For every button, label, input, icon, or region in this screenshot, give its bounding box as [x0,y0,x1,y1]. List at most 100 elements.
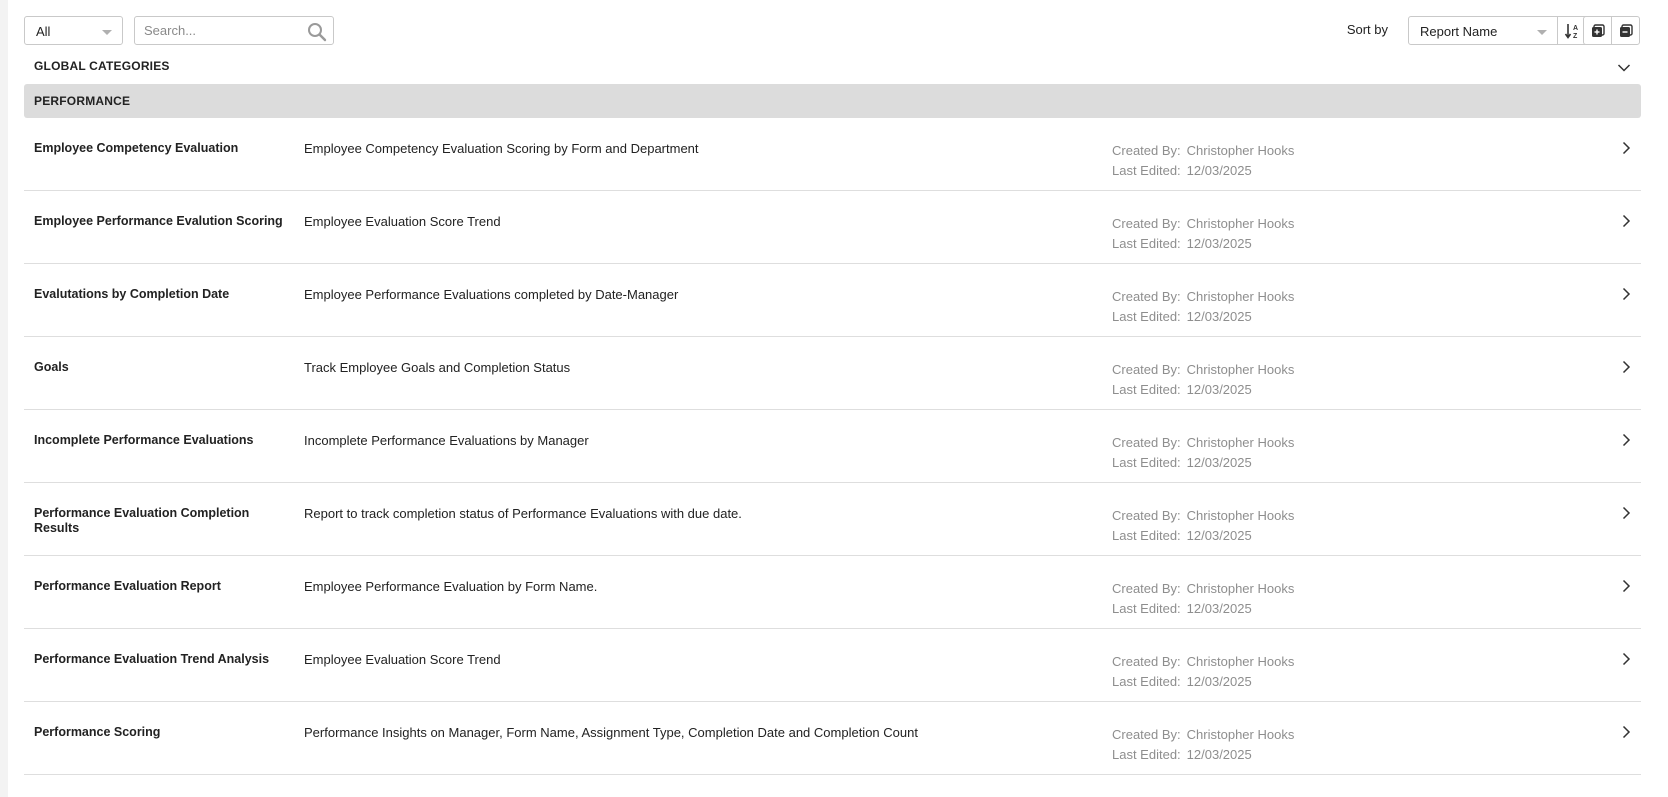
last-edited-label: Last Edited: [1112,382,1181,397]
report-meta: Created By: Christopher Hooks Last Edited… [1112,433,1294,473]
chevron-right-icon[interactable] [1621,287,1631,304]
report-meta: Created By: Christopher Hooks Last Edited… [1112,141,1294,181]
search-box[interactable] [134,16,334,45]
created-by-value: Christopher Hooks [1186,289,1295,304]
created-by-label: Created By: [1112,289,1181,304]
last-edited-value: 12/03/2025 [1186,236,1252,251]
report-name: Goals [34,360,69,374]
report-description: Employee Performance Evaluations complet… [304,287,679,302]
report-row[interactable]: Performance Scoring Performance Insights… [24,702,1641,775]
sort-by-label: Sort by [1346,22,1388,37]
search-input[interactable] [144,23,294,38]
created-by-value: Christopher Hooks [1186,143,1295,158]
last-edited-label: Last Edited: [1112,674,1181,689]
caret-down-icon [1537,30,1547,35]
created-by-label: Created By: [1112,581,1181,596]
created-by-label: Created By: [1112,654,1181,669]
report-name: Incomplete Performance Evaluations [34,433,254,447]
report-name: Employee Performance Evalution Scoring [34,214,283,228]
report-name: Performance Evaluation Completion Result… [34,506,250,535]
last-edited-label: Last Edited: [1112,163,1181,178]
created-by-value: Christopher Hooks [1186,508,1295,523]
last-edited-value: 12/03/2025 [1186,601,1252,616]
report-row[interactable]: Evalutations by Completion Date Employee… [24,264,1641,337]
chevron-down-icon[interactable] [1617,61,1631,76]
report-row[interactable]: Goals Track Employee Goals and Completio… [24,337,1641,410]
report-description: Report to track completion status of Per… [304,506,742,521]
expand-all-button[interactable] [1583,16,1612,45]
report-row[interactable]: Performance Evaluation Completion Result… [24,483,1641,556]
category-header: PERFORMANCE [24,84,1641,118]
global-categories-toggle[interactable]: GLOBAL CATEGORIES [24,57,1641,79]
created-by-label: Created By: [1112,508,1181,523]
chevron-right-icon[interactable] [1621,652,1631,669]
category-filter-value: All [36,24,51,39]
chevron-right-icon[interactable] [1621,360,1631,377]
report-description: Track Employee Goals and Completion Stat… [304,360,571,375]
report-row[interactable]: Employee Performance Evalution Scoring E… [24,191,1641,264]
report-meta: Created By: Christopher Hooks Last Edited… [1112,287,1294,327]
report-name: Performance Evaluation Trend Analysis [34,652,270,666]
chevron-right-icon[interactable] [1621,433,1631,450]
last-edited-value: 12/03/2025 [1186,674,1252,689]
report-name: Evalutations by Completion Date [34,287,230,301]
svg-text:Z: Z [1573,33,1578,40]
sort-field-value: Report Name [1420,24,1498,39]
last-edited-label: Last Edited: [1112,455,1181,470]
report-row[interactable]: Performance Evaluation Report Employee P… [24,556,1641,629]
report-description: Incomplete Performance Evaluations by Ma… [304,433,589,448]
report-name: Performance Scoring [34,725,161,739]
report-description: Performance Insights on Manager, Form Na… [304,725,918,740]
created-by-value: Christopher Hooks [1186,727,1295,742]
created-by-label: Created By: [1112,216,1181,231]
report-description: Employee Competency Evaluation Scoring b… [304,141,699,156]
report-description: Employee Evaluation Score Trend [304,652,501,667]
chevron-right-icon[interactable] [1621,141,1631,158]
chevron-right-icon[interactable] [1621,506,1631,523]
chevron-right-icon[interactable] [1621,214,1631,231]
last-edited-label: Last Edited: [1112,528,1181,543]
report-row[interactable]: Incomplete Performance Evaluations Incom… [24,410,1641,483]
chevron-right-icon[interactable] [1621,725,1631,742]
created-by-label: Created By: [1112,435,1181,450]
report-description: Employee Performance Evaluation by Form … [304,579,598,594]
report-row[interactable]: Performance Evaluation Trend Analysis Em… [24,629,1641,702]
report-list: Employee Competency Evaluation Employee … [24,118,1641,775]
created-by-value: Christopher Hooks [1186,581,1295,596]
expand-all-icon [1592,24,1605,37]
category-filter-select[interactable]: All [24,16,123,45]
sort-ascending-icon: A Z [1564,24,1578,40]
report-name: Employee Competency Evaluation [34,141,239,155]
created-by-label: Created By: [1112,362,1181,377]
last-edited-value: 12/03/2025 [1186,747,1252,762]
created-by-label: Created By: [1112,727,1181,742]
last-edited-value: 12/03/2025 [1186,309,1252,324]
created-by-label: Created By: [1112,143,1181,158]
report-name: Performance Evaluation Report [34,579,221,593]
chevron-right-icon[interactable] [1621,579,1631,596]
report-meta: Created By: Christopher Hooks Last Edited… [1112,214,1294,254]
last-edited-label: Last Edited: [1112,236,1181,251]
last-edited-value: 12/03/2025 [1186,163,1252,178]
report-meta: Created By: Christopher Hooks Last Edited… [1112,506,1294,546]
created-by-value: Christopher Hooks [1186,654,1295,669]
report-description: Employee Evaluation Score Trend [304,214,501,229]
toolbar: All Sort by Report Name A Z [24,16,1641,46]
collapse-all-icon [1620,24,1633,37]
report-meta: Created By: Christopher Hooks Last Edited… [1112,360,1294,400]
last-edited-label: Last Edited: [1112,601,1181,616]
last-edited-label: Last Edited: [1112,309,1181,324]
report-meta: Created By: Christopher Hooks Last Edited… [1112,579,1294,619]
created-by-value: Christopher Hooks [1186,435,1295,450]
sort-field-select[interactable]: Report Name [1408,16,1558,45]
created-by-value: Christopher Hooks [1186,216,1295,231]
report-meta: Created By: Christopher Hooks Last Edited… [1112,725,1294,765]
collapse-all-button[interactable] [1611,16,1640,45]
search-icon[interactable] [307,22,327,42]
last-edited-label: Last Edited: [1112,747,1181,762]
report-panel: All Sort by Report Name A Z [8,0,1668,797]
expand-collapse-group [1583,16,1641,45]
report-row[interactable]: Employee Competency Evaluation Employee … [24,118,1641,191]
last-edited-value: 12/03/2025 [1186,382,1252,397]
category-title: PERFORMANCE [34,94,131,108]
